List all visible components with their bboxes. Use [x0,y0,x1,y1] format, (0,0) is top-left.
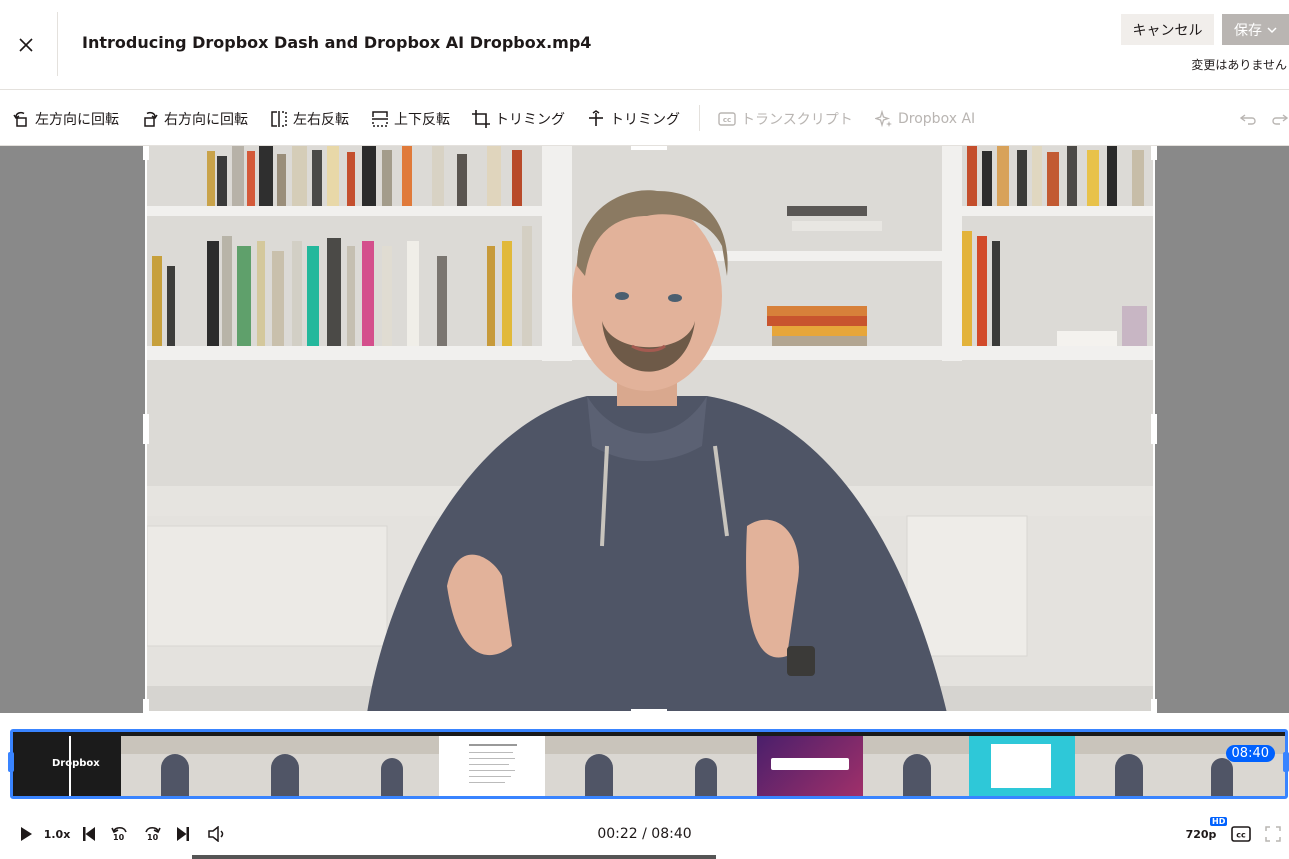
header-divider [57,12,58,76]
transcript-label: トランスクリプト [741,112,853,128]
crop-handle-bottom[interactable] [631,709,667,713]
cancel-button[interactable]: キャンセル [1121,14,1214,45]
flip-horizontal-icon [271,111,287,127]
flip-vertical-label: 上下反転 [394,112,450,128]
edit-toolbar: 左方向に回転 右方向に回転 左右反転 上下反転 トリミング トリミング cc ト… [0,91,1289,146]
crop-button[interactable]: トリミング [472,108,565,130]
duration-badge: 08:40 [1225,745,1275,762]
flip-horizontal-button[interactable]: 左右反転 [270,108,349,130]
dropbox-ai-label: Dropbox AI [898,111,976,127]
trim-label: トリミング [610,112,680,128]
crop-icon [472,110,490,128]
timeline-thumb [121,736,227,796]
flip-horizontal-label: 左右反転 [293,112,349,128]
sparkle-icon [875,110,892,128]
flip-vertical-icon [372,111,388,127]
timeline-thumb-text: Dropbox [52,758,100,769]
rotate-right-label: 右方向に回転 [164,112,248,128]
chevron-down-icon [1267,26,1277,33]
rotate-left-icon [13,111,27,127]
timeline-thumb-document [439,736,545,796]
crop-handle-bottom-left[interactable] [143,699,149,713]
video-stage [0,146,1289,713]
video-frame-image [147,146,1153,713]
crop-handle-top[interactable] [631,146,667,150]
close-icon [19,38,33,52]
timeline-thumb [545,736,651,796]
timeline-strip[interactable]: Dropbox 08:40 [10,729,1288,799]
timeline-thumb [1075,736,1181,796]
redo-icon [1272,114,1288,125]
timeline-thumb-graphic [757,736,863,796]
undo-button[interactable] [1240,108,1258,130]
save-button[interactable]: 保存 [1222,14,1289,45]
transcript-icon: cc [718,112,736,126]
crop-handle-bottom-right[interactable] [1151,699,1157,713]
crop-handle-right[interactable] [1151,414,1157,444]
fullscreen-icon [1265,826,1281,842]
video-frame[interactable] [147,146,1153,713]
player-controls: 1.0x 10 10 00:22 / 08:40 720p HD cc [0,813,1289,857]
page-scrollbar[interactable] [192,855,716,859]
trim-icon [589,110,603,126]
save-status-text: 変更はありません [1191,58,1287,72]
timeline-thumb [863,736,969,796]
crop-handle-top-left[interactable] [143,146,149,160]
file-title: Introducing Dropbox Dash and Dropbox AI … [82,33,592,52]
crop-handle-top-right[interactable] [1151,146,1157,160]
svg-text:cc: cc [723,116,731,124]
toolbar-separator [699,105,700,131]
timeline-end-handle[interactable] [1283,752,1289,772]
rotate-right-button[interactable]: 右方向に回転 [141,108,248,130]
timeline-start-handle[interactable] [8,752,14,772]
timeline-thumb [227,736,333,796]
undo-icon [1240,114,1256,125]
rotate-left-button[interactable]: 左方向に回転 [12,108,119,130]
fullscreen-button[interactable] [1262,821,1284,847]
trim-button[interactable]: トリミング [587,108,680,130]
save-button-label: 保存 [1234,22,1262,39]
timeline-thumb-intro: Dropbox [16,736,121,796]
redo-button[interactable] [1270,108,1288,130]
closed-captions-icon: cc [1231,826,1251,842]
captions-button[interactable]: cc [1230,821,1252,847]
hd-badge: HD [1210,817,1228,826]
rotate-left-label: 左方向に回転 [35,112,119,128]
timeline-thumb [333,736,439,796]
transcript-button[interactable]: cc トランスクリプト [718,108,853,130]
crop-label: トリミング [495,112,565,128]
timeline-thumb-screen [969,736,1075,796]
timeline-thumb [651,736,757,796]
crop-handle-left[interactable] [143,414,149,444]
editor-header: Introducing Dropbox Dash and Dropbox AI … [0,0,1289,90]
playback-timecode: 00:22 / 08:40 [597,826,692,842]
dropbox-ai-button[interactable]: Dropbox AI [875,108,975,130]
svg-text:cc: cc [1236,831,1246,840]
rotate-right-icon [144,111,158,127]
flip-vertical-button[interactable]: 上下反転 [371,108,450,130]
close-button[interactable] [10,29,42,61]
